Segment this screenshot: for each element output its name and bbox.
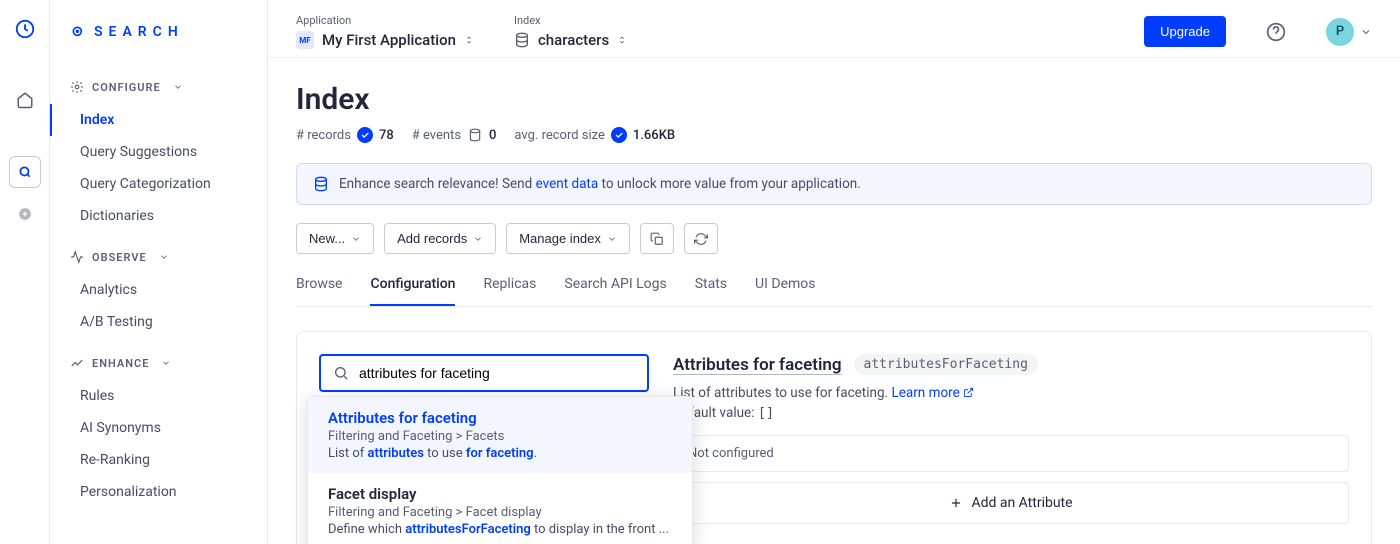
add-attribute-button[interactable]: Add an Attribute: [673, 482, 1349, 524]
database-icon: [467, 127, 483, 143]
nav-ai-synonyms[interactable]: AI Synonyms: [50, 412, 267, 444]
default-value: Default value: []: [673, 405, 1349, 421]
config-search[interactable]: [319, 354, 649, 392]
home-icon[interactable]: [9, 84, 41, 116]
upgrade-button[interactable]: Upgrade: [1144, 16, 1226, 47]
setting-title: Attributes for faceting: [673, 355, 842, 375]
tab-search-api-logs[interactable]: Search API Logs: [564, 276, 666, 306]
index-label: Index: [514, 14, 627, 27]
toolbar: New... Add records Manage index: [296, 223, 1372, 254]
config-search-input[interactable]: [359, 365, 635, 381]
config-panel: Attributes for faceting Filtering and Fa…: [296, 331, 1372, 544]
help-icon[interactable]: [1266, 22, 1286, 42]
learn-more-link[interactable]: Learn more: [891, 385, 974, 401]
search-tool-icon[interactable]: [9, 156, 41, 188]
section-observe[interactable]: OBSERVE: [50, 232, 267, 274]
nav-query-categorization[interactable]: Query Categorization: [50, 168, 267, 200]
nav-rules[interactable]: Rules: [50, 380, 267, 412]
section-enhance[interactable]: ENHANCE: [50, 338, 267, 380]
app-badge: MF: [296, 31, 314, 49]
manage-index-button[interactable]: Manage index: [506, 223, 630, 254]
chevron-down-icon: [1360, 26, 1372, 38]
event-data-link[interactable]: event data: [536, 176, 599, 192]
plus-icon: [949, 496, 963, 510]
tabs: Browse Configuration Replicas Search API…: [296, 276, 1372, 307]
check-icon: [357, 127, 373, 143]
selector-icon: [617, 33, 627, 47]
search-icon: [333, 365, 349, 381]
dropdown-item-attributes-for-faceting[interactable]: Attributes for faceting Filtering and Fa…: [308, 397, 692, 473]
chevron-down-icon: [351, 234, 361, 244]
chevron-down-icon: [607, 234, 617, 244]
info-banner: Enhance search relevance! Send event dat…: [296, 163, 1372, 205]
search-icon: [70, 24, 86, 40]
refresh-icon: [694, 232, 708, 246]
sidebar: SEARCH CONFIGURE Index Query Suggestions…: [50, 0, 268, 544]
nav-query-suggestions[interactable]: Query Suggestions: [50, 136, 267, 168]
chevron-down-icon: [173, 82, 183, 92]
tab-configuration[interactable]: Configuration: [370, 276, 455, 306]
nav-index[interactable]: Index: [50, 104, 267, 136]
setting-code: attributesForFaceting: [854, 354, 1038, 375]
refresh-button[interactable]: [684, 223, 718, 254]
copy-button[interactable]: [640, 223, 674, 254]
not-configured: Not configured: [673, 435, 1349, 472]
nav-analytics[interactable]: Analytics: [50, 274, 267, 306]
chevron-down-icon: [159, 252, 169, 262]
new-button[interactable]: New...: [296, 223, 374, 254]
check-icon: [611, 127, 627, 143]
activity-icon: [70, 250, 84, 264]
tab-stats[interactable]: Stats: [695, 276, 727, 306]
app-selector[interactable]: MF My First Application: [296, 31, 474, 49]
avatar: P: [1326, 18, 1354, 46]
gear-icon: [70, 80, 84, 94]
nav-ab-testing[interactable]: A/B Testing: [50, 306, 267, 338]
page-title: Index: [296, 82, 1372, 117]
nav-re-ranking[interactable]: Re-Ranking: [50, 444, 267, 476]
section-configure[interactable]: CONFIGURE: [50, 62, 267, 104]
tab-ui-demos[interactable]: UI Demos: [755, 276, 815, 306]
user-menu[interactable]: P: [1326, 18, 1372, 46]
setting-desc: List of attributes to use for faceting. …: [673, 385, 1349, 401]
index-selector[interactable]: characters: [514, 31, 627, 49]
stats-row: # records78 # events0 avg. record size1.…: [296, 127, 1372, 143]
tab-browse[interactable]: Browse: [296, 276, 342, 306]
copy-icon: [650, 232, 664, 246]
topbar: Application MF My First Application Inde…: [268, 0, 1400, 58]
database-icon: [313, 176, 329, 192]
add-records-button[interactable]: Add records: [384, 223, 496, 254]
icon-rail: [0, 0, 50, 544]
sidebar-title: SEARCH: [50, 24, 267, 62]
database-icon: [514, 32, 530, 48]
tab-replicas[interactable]: Replicas: [483, 276, 536, 306]
chevron-down-icon: [473, 234, 483, 244]
nav-personalization[interactable]: Personalization: [50, 476, 267, 508]
app-label: Application: [296, 14, 474, 27]
selector-icon: [464, 33, 474, 47]
trending-icon: [70, 356, 84, 370]
algolia-logo-icon[interactable]: [14, 18, 36, 44]
nav-dictionaries[interactable]: Dictionaries: [50, 200, 267, 232]
external-link-icon: [963, 387, 974, 398]
add-tool-icon[interactable]: [9, 198, 41, 230]
chevron-down-icon: [161, 358, 171, 368]
search-dropdown: Attributes for faceting Filtering and Fa…: [307, 396, 693, 544]
dropdown-item-facet-display[interactable]: Facet display Filtering and Faceting > F…: [308, 473, 692, 544]
